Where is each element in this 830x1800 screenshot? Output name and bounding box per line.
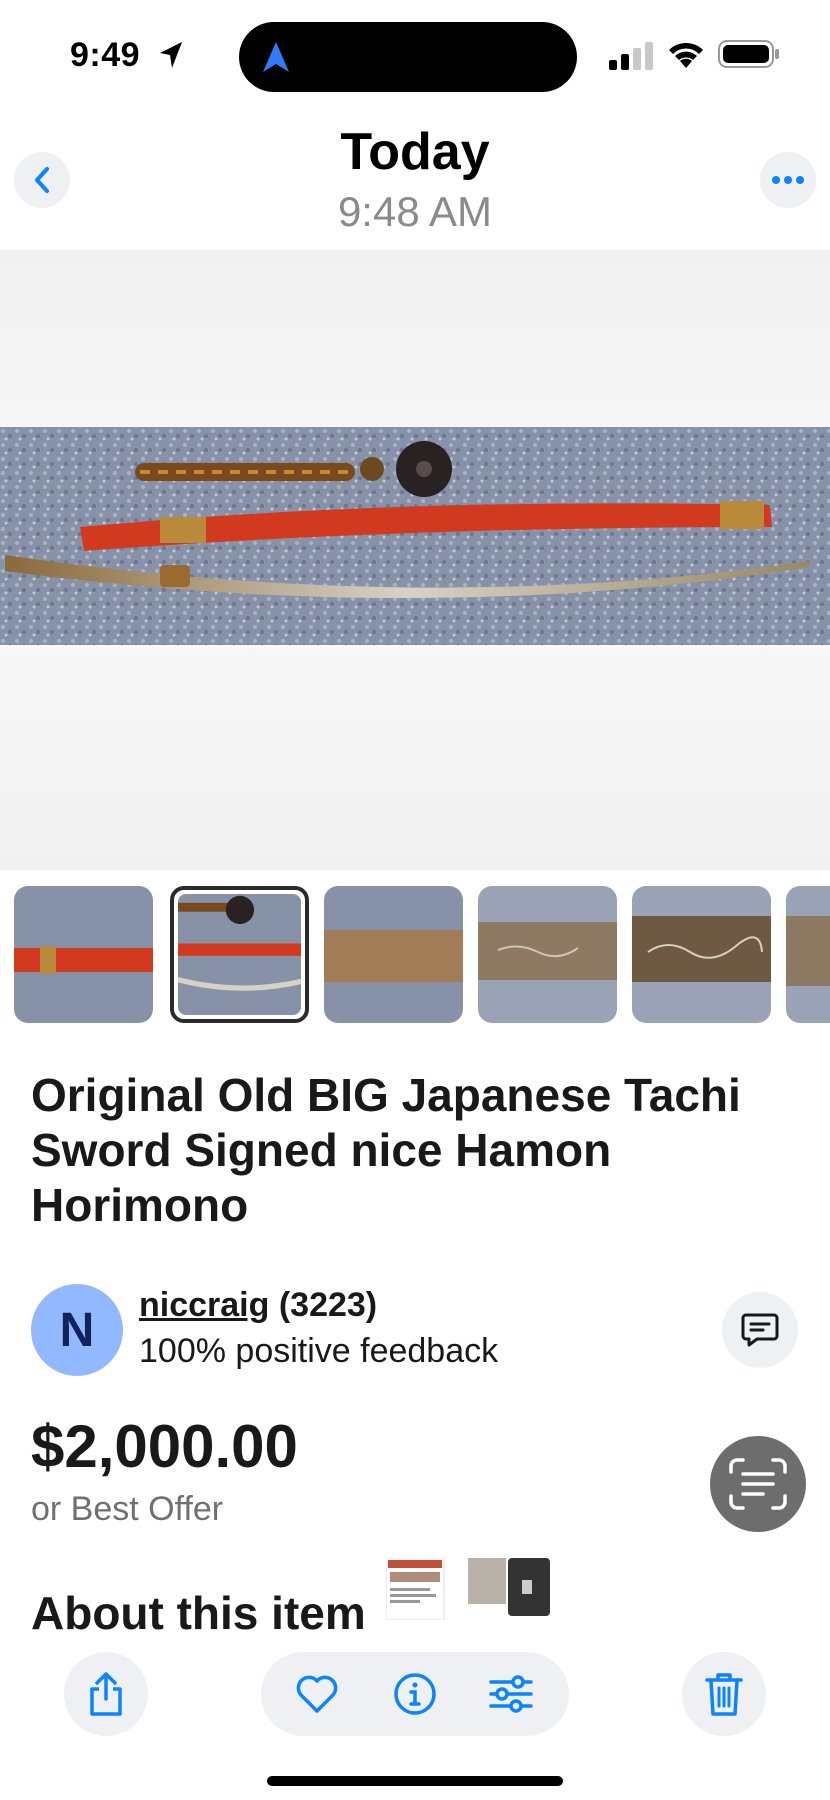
navigation-arrow-icon (263, 42, 289, 72)
bottom-toolbar (0, 1640, 830, 1760)
seller-info: niccraig (3223) (139, 1286, 377, 1325)
thumbnail-6[interactable] (786, 886, 830, 1023)
live-text-button[interactable] (710, 1436, 806, 1532)
trash-icon (705, 1673, 743, 1716)
more-button[interactable] (760, 152, 816, 208)
seller-score: (3223) (278, 1286, 378, 1324)
thumbnail-2-selected[interactable] (170, 886, 309, 1023)
delete-button[interactable] (682, 1652, 766, 1736)
contact-seller-button[interactable] (722, 1292, 798, 1368)
favorite-button[interactable] (289, 1666, 345, 1722)
adjust-button[interactable] (483, 1666, 539, 1722)
seller-avatar[interactable]: N (31, 1284, 123, 1376)
seller-feedback: 100% positive feedback (139, 1332, 499, 1370)
info-button[interactable] (387, 1666, 443, 1722)
thumbnail-image (786, 886, 830, 1023)
share-icon (90, 1672, 122, 1716)
thumbnail-3[interactable] (324, 886, 463, 1023)
battery-icon (718, 40, 779, 68)
thumbnail-image (178, 894, 301, 1015)
signal-icon (609, 42, 653, 70)
thumbnail-image (478, 886, 617, 1023)
adjust-sliders-icon (489, 1675, 533, 1713)
header-timestamp: 9:48 AM (337, 188, 493, 235)
info-icon (394, 1673, 436, 1715)
dynamic-island (239, 22, 577, 92)
item-main-image[interactable] (0, 250, 830, 870)
thumbnail-4[interactable] (478, 886, 617, 1023)
sword-photo (0, 427, 830, 645)
wifi-icon (669, 42, 703, 68)
message-header: Today 9:48 AM (0, 110, 830, 250)
thumbnail-image (324, 886, 463, 1023)
about-item-heading: About this item (31, 1587, 366, 1639)
message-icon (741, 1313, 779, 1347)
ellipsis-icon (772, 176, 804, 184)
text-scan-icon (729, 1458, 787, 1510)
status-time: 9:49 (70, 36, 141, 74)
best-offer-label: or Best Offer (31, 1490, 224, 1528)
action-pill (261, 1652, 569, 1736)
heart-icon (296, 1675, 338, 1713)
thumbnail-strip[interactable] (14, 884, 830, 1026)
thumbnail-1[interactable] (14, 886, 153, 1023)
thumbnail-5[interactable] (632, 886, 771, 1023)
status-bar: 9:49 (0, 0, 830, 110)
location-arrow-icon (160, 42, 182, 68)
item-title: Original Old BIG Japanese Tachi Sword Si… (31, 1069, 741, 1231)
header-title: Today (340, 123, 490, 181)
thumbnail-image (632, 886, 771, 1023)
item-price: $2,000.00 (31, 1413, 298, 1480)
thumbnail-image (14, 886, 153, 1023)
seller-name-link[interactable]: niccraig (139, 1286, 269, 1324)
home-indicator[interactable] (267, 1776, 563, 1786)
attachment-previews[interactable] (386, 1558, 556, 1620)
share-button[interactable] (64, 1652, 148, 1736)
